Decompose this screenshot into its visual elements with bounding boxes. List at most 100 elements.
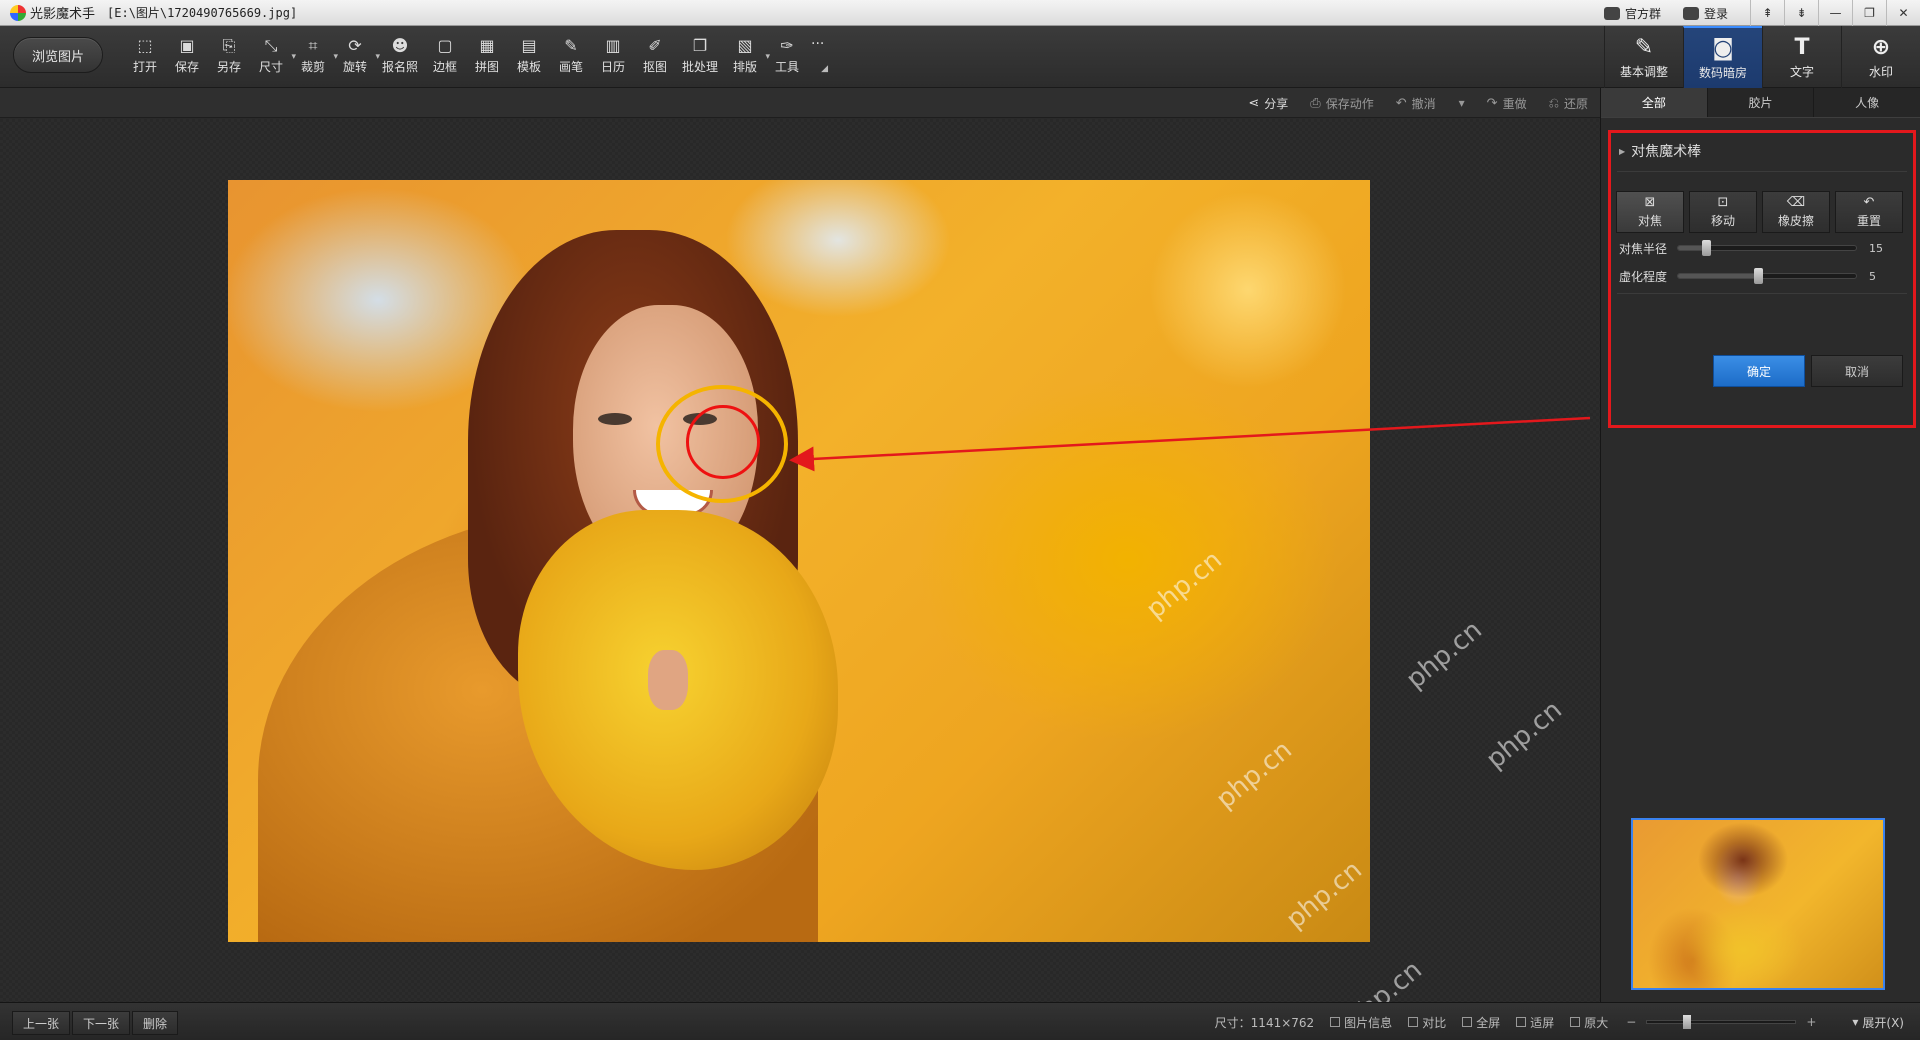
- panel-tab[interactable]: 胶片: [1708, 88, 1815, 117]
- delete-button[interactable]: 删除: [132, 1011, 179, 1035]
- restore-button[interactable]: ❐: [1852, 0, 1886, 26]
- tool-button[interactable]: ▦ 拼图: [466, 32, 508, 82]
- watermark-icon: ⊕: [1871, 34, 1891, 60]
- tool-button[interactable]: ▢ 边框: [424, 32, 466, 82]
- tool-button[interactable]: ⟳ 旋转: [334, 32, 380, 82]
- tool-button[interactable]: ▣ 保存: [166, 32, 208, 82]
- divider: [1617, 171, 1907, 172]
- app-name: 光影魔术手: [30, 7, 96, 22]
- expand-label: 展开(X): [1862, 1015, 1904, 1030]
- mode-label: 基本调整: [1619, 64, 1668, 79]
- panel-tab[interactable]: 全部: [1601, 88, 1708, 117]
- tool-button[interactable]: ⤡ 尺寸: [250, 32, 296, 82]
- tool-label: 旋转: [342, 60, 367, 74]
- action-button[interactable]: ⎙ 保存动作: [1310, 95, 1373, 112]
- calendar-icon: ▥: [605, 36, 621, 55]
- undo-dropdown-icon[interactable]: ▾: [1459, 96, 1465, 110]
- previous-button[interactable]: 上一张: [12, 1011, 71, 1035]
- actual-size-button[interactable]: 原大: [1570, 1014, 1608, 1031]
- tool-label: 另存: [216, 60, 241, 74]
- expand-button[interactable]: ▾ 展开(X): [1852, 1014, 1904, 1031]
- slider-thumb[interactable]: [1702, 240, 1712, 256]
- mode-tab[interactable]: ✎ 基本调整: [1604, 26, 1683, 88]
- mode-tab[interactable]: T 文字: [1762, 26, 1841, 88]
- zoom-slider[interactable]: [1646, 1015, 1797, 1029]
- tool-button[interactable]: ⬚ 打开: [124, 32, 166, 82]
- action-button[interactable]: ⋖ 分享: [1248, 95, 1288, 112]
- effect-tool-button[interactable]: ⊠ 对焦: [1616, 191, 1684, 233]
- status-label: 图片信息: [1344, 1015, 1393, 1030]
- tool-button[interactable]: ✎ 画笔: [550, 32, 592, 82]
- action-button[interactable]: ⎌ 还原: [1549, 95, 1588, 112]
- history-actions: ⋖ 分享 ⎙ 保存动作 ↶ 撤消 ▾ ↷ 重做 ⎌ 还原: [1226, 88, 1588, 118]
- tool-button[interactable]: ☻ 报名照: [376, 32, 424, 82]
- login-link[interactable]: 登录: [1682, 5, 1728, 22]
- next-button[interactable]: 下一张: [72, 1011, 131, 1035]
- minimize-button[interactable]: —: [1818, 0, 1852, 26]
- darkroom-icon: ◙: [1712, 35, 1734, 61]
- tool-label: 批处理: [681, 60, 718, 74]
- mode-tab[interactable]: ◙ 数码暗房: [1683, 26, 1762, 88]
- right-panel: 全部 胶片 人像 ▶ 对焦魔术棒 ⊠ 对焦 ⊡ 移动 ⌫ 橡皮擦 ↶ 重置 对焦半径 15 虚化程度…: [1600, 88, 1920, 1002]
- effect-tool-button[interactable]: ↶ 重置: [1835, 191, 1903, 233]
- tool-label: 尺寸: [258, 60, 283, 74]
- resize-icon: ⤡: [264, 36, 278, 55]
- effect-tool-button[interactable]: ⌫ 橡皮擦: [1762, 191, 1830, 233]
- focus-wand-panel: ▶ 对焦魔术棒 ⊠ 对焦 ⊡ 移动 ⌫ 橡皮擦 ↶ 重置 对焦半径 15 虚化程度 5 确定 取消: [1608, 130, 1916, 428]
- tool-button[interactable]: ▥ 日历: [592, 32, 634, 82]
- zoom-in-button[interactable]: +: [1806, 1015, 1816, 1029]
- tool-button[interactable]: ⎘ 另存: [208, 32, 250, 82]
- slider-track[interactable]: [1677, 240, 1857, 256]
- user-icon: [1682, 6, 1699, 20]
- slider-label: 虚化程度: [1619, 269, 1668, 284]
- status-label: 适屏: [1530, 1015, 1555, 1030]
- confirm-button[interactable]: 确定: [1713, 355, 1805, 387]
- status-label: 全屏: [1476, 1015, 1501, 1030]
- browse-images-button[interactable]: 浏览图片: [13, 37, 103, 73]
- tool-label: 抠图: [642, 60, 667, 74]
- zoom-out-button[interactable]: −: [1626, 1015, 1636, 1029]
- tool-button[interactable]: ✑ 工具: [766, 32, 808, 82]
- document-path: [E:\图片\1720490765669.jpg]: [107, 6, 298, 20]
- slider-track[interactable]: [1677, 268, 1857, 284]
- focus-radius-slider-row: 对焦半径 15: [1619, 238, 1909, 258]
- tool-button[interactable]: ✐ 抠图: [634, 32, 676, 82]
- cutout-icon: ✐: [648, 36, 662, 55]
- edited-photo[interactable]: [228, 180, 1370, 942]
- tool-label: 画笔: [558, 60, 583, 74]
- action-label: 保存动作: [1325, 96, 1374, 111]
- skin-button[interactable]: ⇞: [1750, 0, 1784, 26]
- action-button[interactable]: ↷ 重做: [1487, 95, 1527, 112]
- effect-tool-buttons: ⊠ 对焦 ⊡ 移动 ⌫ 橡皮擦 ↶ 重置: [1616, 191, 1903, 233]
- tool-button[interactable]: ❐ 批处理: [676, 32, 724, 82]
- blur-level-slider-row: 虚化程度 5: [1619, 266, 1909, 286]
- compare-button[interactable]: 对比: [1408, 1014, 1446, 1031]
- menu-button[interactable]: ⇟: [1784, 0, 1818, 26]
- redo-icon: ↷: [1486, 95, 1498, 111]
- mode-tab[interactable]: ⊕ 水印: [1841, 26, 1920, 88]
- more-tools-button[interactable]: ··· ◢: [808, 32, 830, 82]
- fit-screen-button[interactable]: 适屏: [1516, 1014, 1554, 1031]
- title-bar: 光影魔术手 [E:\图片\1720490765669.jpg] 官方群 登录 ⇞…: [0, 0, 1920, 26]
- tool-button[interactable]: ⌗ 裁剪: [292, 32, 338, 82]
- zoom-thumb[interactable]: [1683, 1015, 1692, 1029]
- effect-tool-button[interactable]: ⊡ 移动: [1689, 191, 1757, 233]
- action-button[interactable]: ↶ 撤消 ▾: [1396, 95, 1465, 112]
- official-group-link[interactable]: 官方群: [1603, 5, 1661, 22]
- close-button[interactable]: ✕: [1886, 0, 1920, 26]
- effect-header[interactable]: ▶ 对焦魔术棒: [1619, 141, 1701, 161]
- fullscreen-icon: [1462, 1017, 1473, 1027]
- image-canvas[interactable]: [0, 119, 1600, 1002]
- tool-button[interactable]: ▤ 模板: [508, 32, 550, 82]
- text-icon: T: [1794, 34, 1810, 60]
- tool-button[interactable]: ▧ 排版: [724, 32, 770, 82]
- cancel-button[interactable]: 取消: [1811, 355, 1903, 387]
- fit-screen-icon: [1516, 1017, 1527, 1027]
- navigator-thumbnail[interactable]: [1631, 818, 1885, 990]
- action-label: 重做: [1502, 96, 1527, 111]
- info-button[interactable]: 图片信息: [1330, 1014, 1392, 1031]
- panel-tab[interactable]: 人像: [1814, 88, 1920, 117]
- focus-inner-ring: [686, 405, 760, 479]
- fullscreen-button[interactable]: 全屏: [1462, 1014, 1500, 1031]
- slider-thumb[interactable]: [1754, 268, 1764, 284]
